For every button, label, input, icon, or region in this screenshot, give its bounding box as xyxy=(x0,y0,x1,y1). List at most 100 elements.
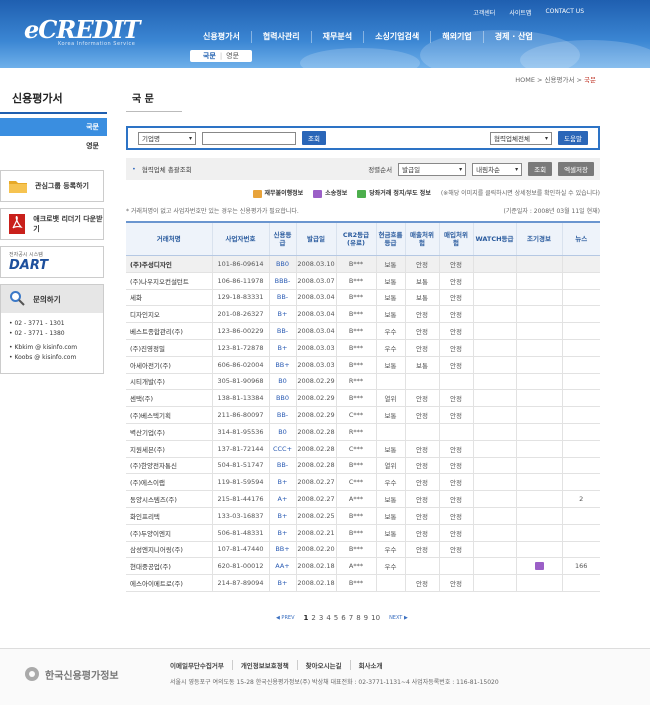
search-type-select[interactable]: 기업명 xyxy=(138,131,196,145)
company-name-cell[interactable]: 시티개발(주) xyxy=(126,373,212,391)
company-name-cell[interactable]: 현대중공업(주) xyxy=(126,557,212,576)
table-cell: 안정 xyxy=(438,574,473,592)
table-row[interactable]: 디자인지오 201-08-26327 B+ 2008.03.04 B*** 보통 안정 안정 xyxy=(126,305,600,324)
util-link-customer-center[interactable]: 고객센터 xyxy=(473,8,495,17)
table-row[interactable]: 아세아전기(주) 606-86-02004 BB+ 2008.03.03 B*** 보통 보… xyxy=(126,356,600,374)
search-input[interactable] xyxy=(202,131,296,145)
gnb-sourcing-search[interactable]: 소싱기업검색 xyxy=(363,31,430,43)
table-cell: 안정 xyxy=(404,389,439,408)
table-cell xyxy=(438,373,473,391)
page-number[interactable]: 7 xyxy=(349,614,353,622)
gnb-partner-mgmt[interactable]: 협력사관리 xyxy=(250,31,311,43)
table-cell: B*** xyxy=(335,305,376,324)
company-name-cell[interactable]: 삼성엔지니어링(주) xyxy=(126,541,212,559)
company-name-cell[interactable]: 벽산기업(주) xyxy=(126,423,212,441)
sort-order-select[interactable]: 내림차순 xyxy=(472,162,523,176)
quick-dart[interactable]: 전자공시 시스템 DART xyxy=(0,246,104,278)
page-number[interactable]: 2 xyxy=(311,614,315,622)
table-cell: 우수 xyxy=(375,541,405,559)
footer-link-privacy[interactable]: 개인정보보호정책 xyxy=(231,660,297,670)
email-2[interactable]: • Koobs @ kisinfo.com xyxy=(9,353,103,363)
company-name-cell[interactable]: 아세아전기(주) xyxy=(126,356,212,374)
company-name-cell[interactable]: (주)나우지오컨설턴트 xyxy=(126,272,212,290)
footer-link-directions[interactable]: 찾아오시는길 xyxy=(296,660,350,670)
table-row[interactable]: 센택(주) 138-81-13384 BB0 2008.02.29 B*** 열위 안정 안정 xyxy=(126,389,600,408)
company-name-cell[interactable]: 에스아이메트로(주) xyxy=(126,574,212,592)
gnb-economy[interactable]: 경제 · 산업 xyxy=(482,31,544,43)
util-link-sitemap[interactable]: 사이트맵 xyxy=(509,8,531,17)
excel-save-button[interactable]: 엑셀저장 xyxy=(558,162,594,176)
table-row[interactable]: 현대중공업(주) 620-81-00012 AA+ 2008.02.18 A*** 우수 1… xyxy=(126,557,600,576)
sidebar-item-korean[interactable]: 국문 xyxy=(0,118,107,136)
company-name-cell[interactable]: (주)에스이랩 xyxy=(126,473,212,492)
company-name-cell[interactable]: 베스트종합관리(주) xyxy=(126,322,212,340)
table-row[interactable]: (주)한양전자통신 504-81-51747 BB- 2008.02.28 B*** 열위… xyxy=(126,457,600,475)
next-page-button[interactable]: NEXT ▶ xyxy=(389,615,408,621)
table-row[interactable]: (주)에스이랩 119-81-59594 B+ 2008.02.27 C*** 우수 안정 안… xyxy=(126,473,600,492)
sidebar-item-english[interactable]: 영문 xyxy=(0,136,107,156)
company-name-cell[interactable]: 지원세븐(주) xyxy=(126,440,212,458)
column-header: 현금흐름등급 xyxy=(375,220,405,256)
table-row[interactable]: 시티개발(주) 305-81-90968 B0 2008.02.29 R*** xyxy=(126,373,600,391)
sort-label: 정렬순서 xyxy=(368,166,393,174)
sort-field-select[interactable]: 발급일 xyxy=(398,162,467,176)
table-row[interactable]: (주)두양이엔지 506-81-48331 B+ 2008.02.21 B*** 보통 안정… xyxy=(126,524,600,542)
company-name-cell[interactable]: 세화 xyxy=(126,289,212,307)
table-row[interactable]: 지원세븐(주) 137-81-72144 CCC+ 2008.02.28 C*** 보통 안… xyxy=(126,440,600,458)
company-name-cell[interactable]: 센택(주) xyxy=(126,389,212,408)
subnav-korean[interactable]: 국문 xyxy=(203,51,216,61)
gnb-finance-analysis[interactable]: 재무분석 xyxy=(310,31,363,43)
search-button[interactable]: 조회 xyxy=(302,131,326,145)
help-button[interactable]: 도움말 xyxy=(558,131,588,145)
footer-link-email-refuse[interactable]: 이메일무단수집거부 xyxy=(170,660,232,670)
partner-filter-select[interactable]: 협력업체전체 xyxy=(490,131,553,145)
table-row[interactable]: (주)베스텍기획 211-86-80097 BB- 2008.02.29 C*** 보통 안… xyxy=(126,406,600,424)
company-name-cell[interactable]: (주)베스텍기획 xyxy=(126,406,212,424)
page-number[interactable]: 8 xyxy=(356,614,360,622)
table-cell: 우수 xyxy=(375,473,405,492)
quick-add-interest-group[interactable]: 관심그룹 등록하기 xyxy=(0,170,104,202)
table-row[interactable]: 세화 129-18-83331 BB- 2008.03.04 B*** 보통 보통 안정 xyxy=(126,289,600,307)
table-cell: 215-81-44176 xyxy=(211,490,269,508)
page-number[interactable]: 6 xyxy=(341,614,345,622)
page-number[interactable]: 1 xyxy=(304,614,309,622)
lawsuit-info-icon[interactable] xyxy=(534,562,544,571)
table-row[interactable]: 베스트종합관리(주) 123-86-00229 BB- 2008.03.04 B*** 우… xyxy=(126,322,600,340)
page-number[interactable]: 4 xyxy=(326,614,330,622)
util-link-contact[interactable]: CONTACT US xyxy=(545,8,584,17)
table-row[interactable]: 화인프리텍 133-03-16837 B+ 2008.02.25 B*** 보통 안정 안정 xyxy=(126,507,600,525)
table-row[interactable]: (주)주성디자인 101-86-09614 BB0 2008.03.10 B*** 보통 안… xyxy=(126,255,600,273)
table-row[interactable]: 삼성엔지니어링(주) 107-81-47440 BB+ 2008.02.20 B*** 우… xyxy=(126,541,600,559)
company-name-cell[interactable]: 디자인지오 xyxy=(126,305,212,324)
gnb-overseas[interactable]: 해외기업 xyxy=(430,31,482,43)
sidebar-title: 신용평가서 xyxy=(0,80,107,114)
table-cell: 안정 xyxy=(438,289,473,307)
footer-link-about[interactable]: 회사소개 xyxy=(349,660,391,670)
credit-grade-cell: B+ xyxy=(268,339,296,357)
gnb-credit-report[interactable]: 신용평가서 xyxy=(192,31,251,43)
table-row[interactable]: 에스아이메트로(주) 214-87-89094 B+ 2008.02.18 B*** 안정… xyxy=(126,574,600,592)
email-1[interactable]: • Kbkim @ kisinfo.com xyxy=(9,343,103,353)
company-name-cell[interactable]: (주)한양전자통신 xyxy=(126,457,212,475)
prev-page-button[interactable]: ◀ PREV xyxy=(276,615,295,621)
page-number[interactable]: 3 xyxy=(319,614,323,622)
table-row[interactable]: 동양시스템즈(주) 215-81-44176 A+ 2008.02.27 A*** 보통 안… xyxy=(126,490,600,508)
table-row[interactable]: (주)진영정밀 123-81-72878 B+ 2008.03.03 B*** 우수 안정 안… xyxy=(126,339,600,357)
site-logo[interactable]: eCREDIT Korea Information Service xyxy=(24,18,141,48)
table-cell xyxy=(515,322,562,340)
page-number[interactable]: 5 xyxy=(334,614,338,622)
company-name-cell[interactable]: (주)주성디자인 xyxy=(126,255,212,273)
page-number[interactable]: 10 xyxy=(371,614,380,622)
subnav-english[interactable]: 영문 xyxy=(226,51,239,61)
table-cell: 안정 xyxy=(438,272,473,290)
page-number[interactable]: 9 xyxy=(364,614,368,622)
table-row[interactable]: (주)나우지오컨설턴트 106-86-11978 BBB- 2008.03.07 B**… xyxy=(126,272,600,290)
company-name-cell[interactable]: 동양시스템즈(주) xyxy=(126,490,212,508)
credit-grade-cell: B+ xyxy=(268,305,296,324)
company-name-cell[interactable]: (주)진영정밀 xyxy=(126,339,212,357)
table-row[interactable]: 벽산기업(주) 314-81-95536 B0 2008.02.28 R*** xyxy=(126,423,600,441)
quick-acrobat-download[interactable]: 애크로뱃 리더기 다운받기 xyxy=(0,208,104,240)
sort-search-button[interactable]: 조회 xyxy=(528,162,553,176)
company-name-cell[interactable]: (주)두양이엔지 xyxy=(126,524,212,542)
company-name-cell[interactable]: 화인프리텍 xyxy=(126,507,212,525)
